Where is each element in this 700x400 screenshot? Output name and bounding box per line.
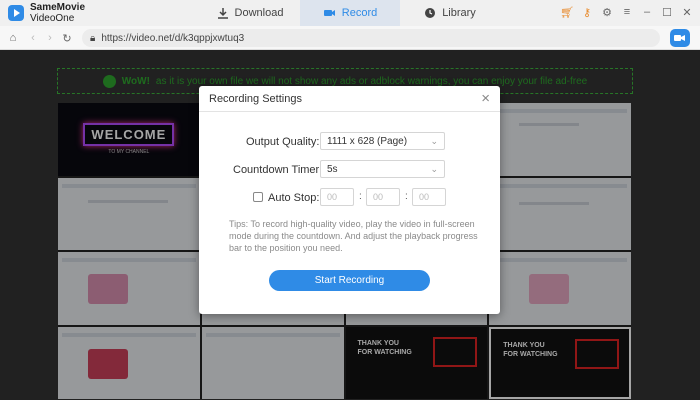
countdown-timer-value: 5s (327, 163, 338, 175)
url-text: https://video.net/d/k3qppjxwtuq3 (101, 32, 245, 44)
tab-library[interactable]: Library (400, 0, 500, 26)
minimize-icon[interactable]: – (638, 3, 656, 21)
auto-stop-hours[interactable]: 00 (320, 188, 354, 206)
maximize-icon[interactable]: ☐ (658, 3, 676, 21)
time-separator: : (359, 191, 362, 202)
tips-text: Tips: To record high-quality video, play… (229, 219, 478, 253)
tab-download[interactable]: Download (200, 0, 300, 26)
forward-icon[interactable]: › (42, 30, 58, 46)
auto-stop-minutes[interactable]: 00 (366, 188, 400, 206)
tab-record[interactable]: Record (300, 0, 400, 26)
auto-stop-seconds[interactable]: 00 (412, 188, 446, 206)
dialog-close-icon[interactable]: × (481, 90, 490, 107)
chevron-down-icon: ⌄ (430, 164, 438, 174)
time-separator: : (405, 191, 408, 202)
app-logo-icon (8, 5, 24, 21)
address-bar: ⌂ ‹ › ↻ 🔒︎ https://video.net/d/k3qppjxwt… (0, 26, 700, 50)
countdown-timer-label: Countdown Timer: (233, 164, 323, 176)
output-quality-select[interactable]: 1111 x 628 (Page) ⌄ (320, 132, 445, 150)
dialog-title: Recording Settings (209, 93, 302, 105)
output-quality-label: Output Quality: (246, 136, 320, 148)
app-name-line1: SameMovie (30, 2, 86, 13)
divider (199, 111, 500, 112)
output-quality-value: 1111 x 628 (Page) (327, 135, 408, 147)
app-name-line2: VideoOne (30, 13, 75, 24)
recording-settings-dialog: Recording Settings × Output Quality: 111… (199, 86, 500, 314)
countdown-timer-select[interactable]: 5s ⌄ (320, 160, 445, 178)
tab-record-label: Record (341, 7, 378, 19)
auto-stop-checkbox[interactable] (253, 192, 263, 202)
close-icon[interactable]: ✕ (678, 3, 696, 21)
download-icon (217, 8, 228, 19)
lock-icon: 🔒︎ (90, 32, 96, 44)
app-name: SameMovie VideoOne (30, 2, 85, 24)
start-recording-button[interactable]: Start Recording (269, 270, 430, 291)
back-icon[interactable]: ‹ (25, 30, 41, 46)
url-field[interactable]: 🔒︎ https://video.net/d/k3qppjxwtuq3 (82, 29, 660, 47)
window-controls: 🛒︎ ⚷ ⚙ ≡ – ☐ ✕ (558, 3, 696, 21)
menu-icon[interactable]: ≡ (618, 3, 636, 21)
record-shortcut-button[interactable] (670, 29, 690, 47)
title-bar: SameMovie VideoOne Download Record Libra… (0, 0, 700, 26)
clock-icon (425, 8, 436, 18)
cart-icon[interactable]: 🛒︎ (558, 3, 576, 21)
tab-library-label: Library (442, 7, 476, 19)
chevron-down-icon: ⌄ (430, 136, 438, 146)
main-tabs: Download Record Library (200, 0, 500, 26)
settings-icon[interactable]: ⚙ (598, 3, 616, 21)
video-camera-icon (674, 35, 685, 41)
video-camera-icon (323, 10, 335, 16)
key-icon[interactable]: ⚷ (578, 3, 596, 21)
home-icon[interactable]: ⌂ (5, 30, 21, 46)
reload-icon[interactable]: ↻ (59, 30, 75, 46)
tab-download-label: Download (234, 7, 284, 19)
auto-stop-label: Auto Stop: (268, 192, 320, 204)
